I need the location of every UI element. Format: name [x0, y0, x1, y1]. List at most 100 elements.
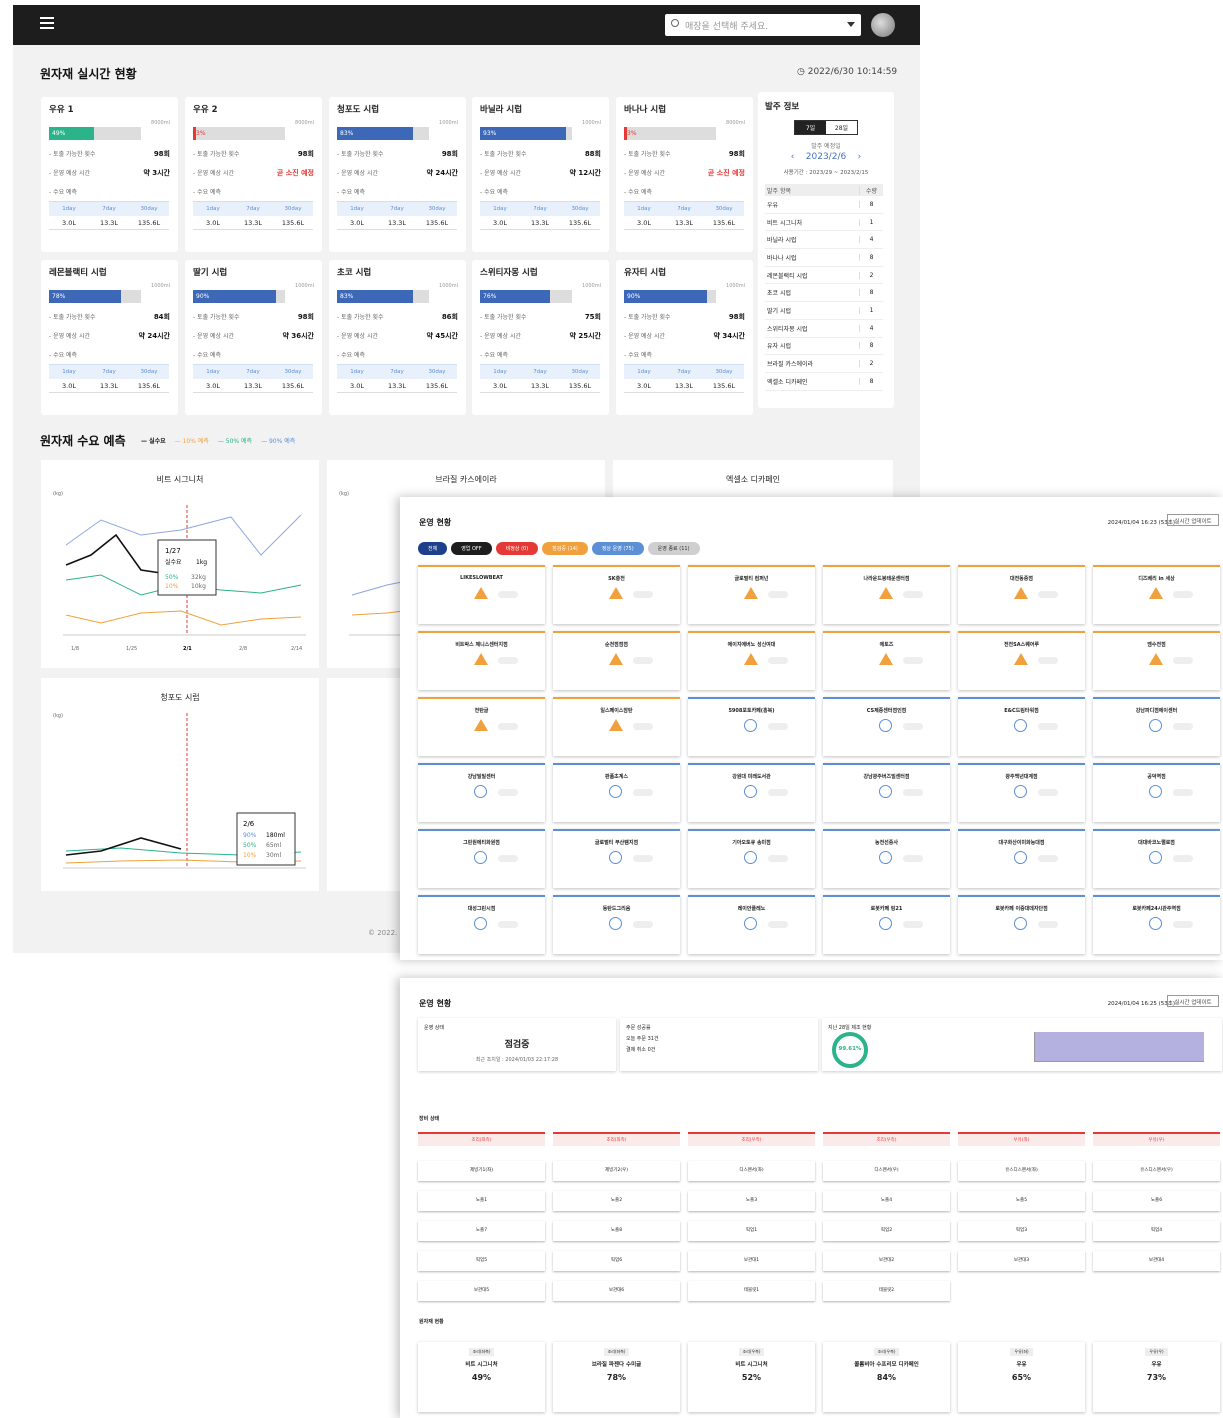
device-button[interactable]: 픽업1 [688, 1221, 815, 1241]
time-row: - 운영 예상 시간 약 24시간 [337, 168, 458, 178]
menu-icon[interactable] [40, 17, 54, 29]
store-card[interactable]: CS제증센터점인점 [823, 697, 950, 756]
device-button[interactable]: 노즐8 [553, 1221, 680, 1241]
device-button[interactable]: 테블릿2 [823, 1281, 950, 1301]
store-card[interactable]: 강남광주버즈빌센터점 [823, 763, 950, 822]
store-card[interactable]: 디즈베리 in 세상 [1093, 565, 1220, 624]
icon-shape [1149, 587, 1163, 599]
store-card[interactable]: 그린원에티화원점 [418, 829, 545, 888]
store-card[interactable]: 로봇카페24시관주역점 [1093, 895, 1220, 954]
device-button[interactable]: 유스디스펜서(우) [1093, 1161, 1220, 1181]
device-button[interactable]: 제빙기1(좌) [418, 1161, 545, 1181]
filter-1[interactable]: 영업 OFF [451, 542, 492, 555]
store-card[interactable]: LIKESLOWBEAT [418, 565, 545, 624]
refresh-button[interactable]: 실시간 업데이트 [1167, 514, 1219, 526]
store-card[interactable]: 에이지에버노 성신여대 [688, 631, 815, 690]
store-card[interactable]: 글로벌티 부산템지점 [553, 829, 680, 888]
store-card[interactable]: 에토즈 [823, 631, 950, 690]
device-button[interactable]: 디스펜서(좌) [688, 1161, 815, 1181]
store-card[interactable]: 나라운드봉태운센터점 [823, 565, 950, 624]
store-card[interactable]: 엠수전점 [1093, 631, 1220, 690]
avatar[interactable] [871, 13, 895, 37]
store-card[interactable]: 비트박스 제니스센터지점 [418, 631, 545, 690]
store-card[interactable]: 강원대 미래도서관 [688, 763, 815, 822]
device-button[interactable]: 노즐3 [688, 1191, 815, 1211]
period-1: 7day [390, 206, 404, 212]
store-card[interactable]: SK충전 [553, 565, 680, 624]
refresh-button[interactable]: 실시간 업데이트 [1167, 995, 1219, 1007]
store-name: 에이지에버노 성신여대 [727, 642, 776, 648]
store-card[interactable]: 판품초계스 [553, 763, 680, 822]
device-button[interactable]: 보관대4 [1093, 1251, 1220, 1271]
store-card[interactable]: 대성그린시점 [418, 895, 545, 954]
store-name: 대대바코노랠로점 [1138, 840, 1175, 846]
filter-4[interactable]: 정상 운영 (75) [591, 542, 644, 555]
prev-icon[interactable]: ‹ [791, 152, 795, 162]
store-card[interactable]: 전탄글 [418, 697, 545, 756]
tab-7day[interactable]: 7일 [795, 121, 826, 134]
state-sub: 최근 조치일 : 2024/01/03 22:17:28 [475, 1057, 559, 1063]
tab-28day[interactable]: 28일 [826, 121, 857, 134]
store-card[interactable]: 전전SA스퀘어루 [958, 631, 1085, 690]
card-name: 레몬블랙티 시럽 [49, 268, 107, 278]
device-button[interactable]: 픽업5 [418, 1251, 545, 1271]
store-card[interactable]: 대구화산이미화능대점 [958, 829, 1085, 888]
legend-50: — 50% 예측 [217, 438, 253, 445]
material-tag: 조리(우측) [738, 1348, 765, 1356]
device-button[interactable]: 픽업2 [823, 1221, 950, 1241]
device-button[interactable]: 유스디스펜서(좌) [958, 1161, 1085, 1181]
store-card[interactable]: 공덕역점 [1093, 763, 1220, 822]
store-card[interactable]: 대대바코노랠로점 [1093, 829, 1220, 888]
store-card[interactable]: 로봇카페 링21 [823, 895, 950, 954]
device-button[interactable]: 디스펜서(우) [823, 1161, 950, 1181]
device-button[interactable]: 픽업4 [1093, 1221, 1220, 1241]
store-card[interactable]: 글로벌티 컴퍼넌 [688, 565, 815, 624]
store-card[interactable]: E&C드림타워점 [958, 697, 1085, 756]
store-card[interactable]: 농전선중사 [823, 829, 950, 888]
store-card[interactable]: 레이안플레노 [688, 895, 815, 954]
filter-0[interactable]: 전체 [418, 542, 448, 555]
device-button[interactable]: 보관대5 [418, 1281, 545, 1301]
device-button[interactable]: 픽업6 [553, 1251, 680, 1271]
store-select[interactable]: 매장을 선택해 주세요. [665, 14, 861, 36]
store-card[interactable]: 광주백년대계점 [958, 763, 1085, 822]
device-button[interactable]: 테블릿1 [688, 1281, 815, 1301]
store-tag [768, 723, 788, 730]
period-1: 7day [246, 369, 260, 375]
demand-label: - 수요 예측 [624, 352, 653, 359]
device-button[interactable]: 노즐6 [1093, 1191, 1220, 1211]
footer: © 2022. [368, 929, 398, 937]
device-button[interactable]: 노즐5 [958, 1191, 1085, 1211]
next-icon[interactable]: › [858, 152, 862, 162]
store-card[interactable]: 대전동중점 [958, 565, 1085, 624]
device-button[interactable]: 보관대2 [823, 1251, 950, 1271]
store-card[interactable]: 기아오토큐 송미점 [688, 829, 815, 888]
filter-2[interactable]: 비정상 (0) [495, 542, 539, 555]
store-card[interactable]: 로봇카페 이중대데자단점 [958, 895, 1085, 954]
device-button[interactable]: 보관대1 [688, 1251, 815, 1271]
device-button[interactable]: 노즐2 [553, 1191, 680, 1211]
store-tag [903, 591, 923, 598]
device-button[interactable]: 픽업3 [958, 1221, 1085, 1241]
device-button[interactable]: 노즐7 [418, 1221, 545, 1241]
store-card[interactable]: 동탄드그리움 [553, 895, 680, 954]
device-button[interactable]: 보관대6 [553, 1281, 680, 1301]
store-card[interactable]: 순천점점점 [553, 631, 680, 690]
time-label: - 운영 예상 시간 [337, 170, 379, 177]
store-tag [1038, 723, 1058, 730]
store-name: 대성그린시점 [467, 906, 496, 912]
order-row: 엑셀소 디카페인 8 [765, 373, 883, 391]
filter-5[interactable]: 운영 종료 (11) [647, 542, 700, 555]
device-button[interactable]: 노즐1 [418, 1191, 545, 1211]
store-card[interactable]: 일스페이스잠탄 [553, 697, 680, 756]
store-card[interactable]: 5908포토카페(홍복) [688, 697, 815, 756]
filter-3[interactable]: 점검중 (14) [542, 542, 588, 555]
device-button[interactable]: 보관대3 [958, 1251, 1085, 1271]
time-row: - 운영 예상 시간 곧 소진 예정 [624, 168, 745, 178]
store-card[interactable]: 강남파디점에이센터 [1093, 697, 1220, 756]
icon-shape [744, 653, 758, 665]
device-button[interactable]: 제빙기2(우) [553, 1161, 680, 1181]
device-button[interactable]: 노즐4 [823, 1191, 950, 1211]
demand-table: 1day 7day 30day 3.0L 13.3L 135.6L [624, 364, 744, 393]
store-card[interactable]: 강남밀밀센터 [418, 763, 545, 822]
